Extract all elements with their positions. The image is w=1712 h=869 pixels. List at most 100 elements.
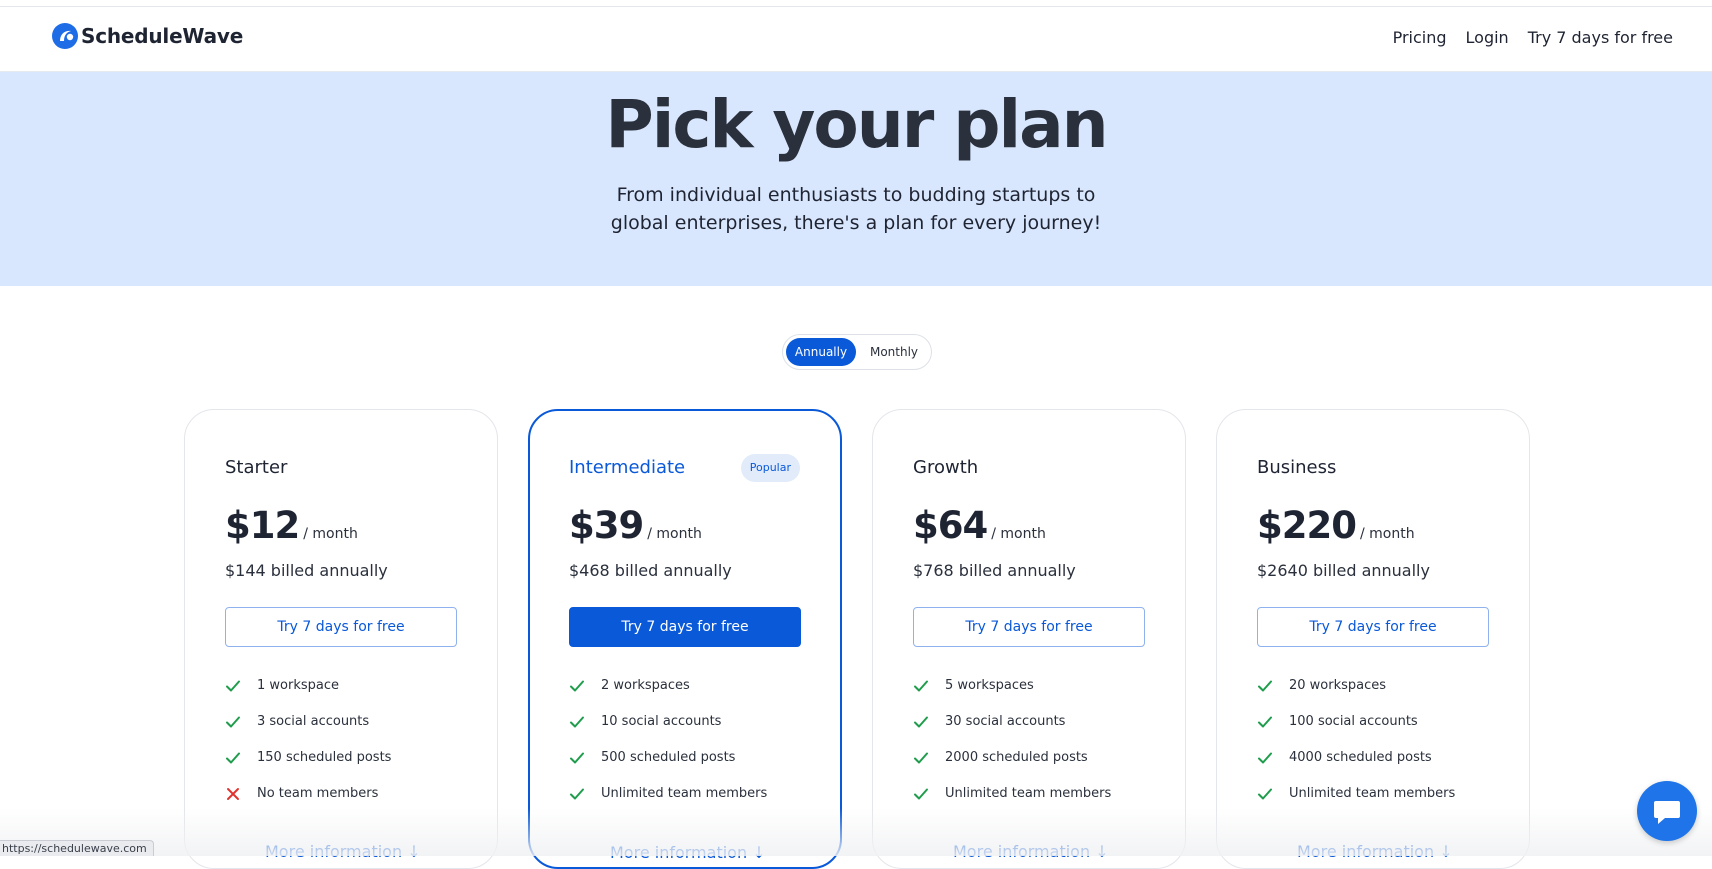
check-icon	[569, 678, 585, 694]
more-information-label: More information	[953, 842, 1091, 861]
feature-text: 5 workspaces	[945, 678, 1034, 693]
feature-text: 150 scheduled posts	[257, 750, 392, 765]
billing-annual-option[interactable]: Annually	[786, 338, 856, 366]
price-period: / month	[991, 526, 1046, 542]
check-icon	[913, 678, 929, 694]
more-information-link[interactable]: More information ↓	[610, 843, 766, 862]
feature-item: 100 social accounts	[1257, 714, 1455, 750]
plan-price: $12	[225, 504, 300, 547]
top-navbar: ScheduleWave Pricing Login Try 7 days fo…	[0, 7, 1712, 72]
chat-bubble-icon	[1654, 801, 1680, 824]
feature-item: No team members	[225, 786, 391, 822]
nav-links: Pricing Login Try 7 days for free	[1374, 28, 1673, 47]
feature-text: 100 social accounts	[1289, 714, 1418, 729]
check-icon	[1257, 786, 1273, 802]
feature-item: 30 social accounts	[913, 714, 1111, 750]
feature-text: 30 social accounts	[945, 714, 1066, 729]
chat-button[interactable]	[1637, 781, 1697, 841]
feature-text: Unlimited team members	[1289, 786, 1456, 801]
arrow-down-icon: ↓	[1095, 842, 1109, 861]
try-free-button[interactable]: Try 7 days for free	[225, 607, 457, 647]
feature-item: 5 workspaces	[913, 678, 1111, 714]
page-title: Pick your plan	[605, 86, 1108, 163]
more-information-label: More information	[610, 843, 748, 862]
status-bar-url: https://schedulewave.com	[0, 840, 154, 856]
feature-text: 2000 scheduled posts	[945, 750, 1088, 765]
brand-name: ScheduleWave	[81, 24, 244, 48]
x-icon	[225, 786, 241, 802]
price-row: $39/ month	[569, 504, 702, 547]
plan-price: $220	[1257, 504, 1357, 547]
feature-item: Unlimited team members	[913, 786, 1111, 822]
billed-annually-text: $768 billed annually	[913, 561, 1076, 580]
feature-text: 3 social accounts	[257, 714, 370, 729]
feature-item: 500 scheduled posts	[569, 750, 767, 786]
plan-name: Business	[1257, 457, 1337, 478]
more-information-link[interactable]: More information ↓	[265, 842, 421, 861]
feature-item: 2000 scheduled posts	[913, 750, 1111, 786]
more-information-link[interactable]: More information ↓	[953, 842, 1109, 861]
plan-card-business: Business $220/ month $2640 billed annually…	[1216, 409, 1530, 869]
feature-list: 5 workspaces 30 social accounts 2000 sched…	[913, 678, 1111, 822]
more-information-link[interactable]: More information ↓	[1297, 842, 1453, 861]
more-information-label: More information	[265, 842, 403, 861]
feature-text: 500 scheduled posts	[601, 750, 736, 765]
feature-text: 20 workspaces	[1289, 678, 1387, 693]
price-row: $220/ month	[1257, 504, 1415, 547]
try-free-button[interactable]: Try 7 days for free	[913, 607, 1145, 647]
try-free-button[interactable]: Try 7 days for free	[569, 607, 801, 647]
feature-item: Unlimited team members	[569, 786, 767, 822]
brand[interactable]: ScheduleWave	[51, 22, 243, 50]
plan-price: $64	[913, 504, 988, 547]
feature-item: 10 social accounts	[569, 714, 767, 750]
feature-text: 1 workspace	[257, 678, 339, 693]
feature-text: 2 workspaces	[601, 678, 690, 693]
feature-item: 150 scheduled posts	[225, 750, 391, 786]
nav-link-pricing[interactable]: Pricing	[1393, 28, 1447, 47]
check-icon	[569, 714, 585, 730]
plan-card-intermediate: Intermediate Popular $39/ month $468 billed…	[528, 409, 842, 869]
price-row: $12/ month	[225, 504, 358, 547]
feature-item: 2 workspaces	[569, 678, 767, 714]
feature-list: 1 workspace 3 social accounts 150 schedule…	[225, 678, 391, 822]
nav-link-trial[interactable]: Try 7 days for free	[1528, 28, 1673, 47]
feature-text: Unlimited team members	[601, 786, 768, 801]
billing-toggle: Annually Monthly	[782, 334, 932, 370]
price-row: $64/ month	[913, 504, 1046, 547]
price-period: / month	[303, 526, 358, 542]
feature-list: 2 workspaces 10 social accounts 500 schedu…	[569, 678, 767, 822]
plan-card-starter: Starter $12/ month $144 billed annually Try…	[184, 409, 498, 869]
feature-item: 3 social accounts	[225, 714, 391, 750]
popular-badge: Popular	[740, 454, 800, 482]
hero-subtitle: From individual enthusiasts to budding s…	[610, 184, 1102, 234]
plan-name: Intermediate	[569, 457, 686, 478]
check-icon	[913, 786, 929, 802]
billed-annually-text: $468 billed annually	[569, 561, 732, 580]
arrow-down-icon: ↓	[1439, 842, 1453, 861]
feature-text: Unlimited team members	[945, 786, 1112, 801]
check-icon	[225, 750, 241, 766]
plan-price: $39	[569, 504, 644, 547]
nav-link-login[interactable]: Login	[1466, 28, 1509, 47]
price-period: / month	[1359, 526, 1415, 542]
feature-item: 4000 scheduled posts	[1257, 750, 1455, 786]
check-icon	[913, 750, 929, 766]
billed-annually-text: $2640 billed annually	[1257, 561, 1430, 580]
plan-name: Starter	[225, 457, 288, 478]
arrow-down-icon: ↓	[407, 842, 421, 861]
check-icon	[225, 714, 241, 730]
billing-monthly-option[interactable]: Monthly	[859, 338, 929, 366]
try-free-button[interactable]: Try 7 days for free	[1257, 607, 1489, 647]
hero-banner: Pick your plan From individual enthusias…	[0, 72, 1712, 286]
plan-name: Growth	[913, 457, 979, 478]
feature-text: No team members	[257, 786, 379, 801]
arrow-down-icon: ↓	[752, 843, 766, 862]
check-icon	[1257, 714, 1273, 730]
check-icon	[1257, 750, 1273, 766]
price-period: / month	[647, 526, 702, 542]
browser-top-edge	[0, 0, 1712, 7]
check-icon	[569, 786, 585, 802]
plan-card-growth: Growth $64/ month $768 billed annually Try …	[872, 409, 1186, 869]
check-icon	[225, 678, 241, 694]
feature-list: 20 workspaces 100 social accounts 4000 sch…	[1257, 678, 1455, 822]
